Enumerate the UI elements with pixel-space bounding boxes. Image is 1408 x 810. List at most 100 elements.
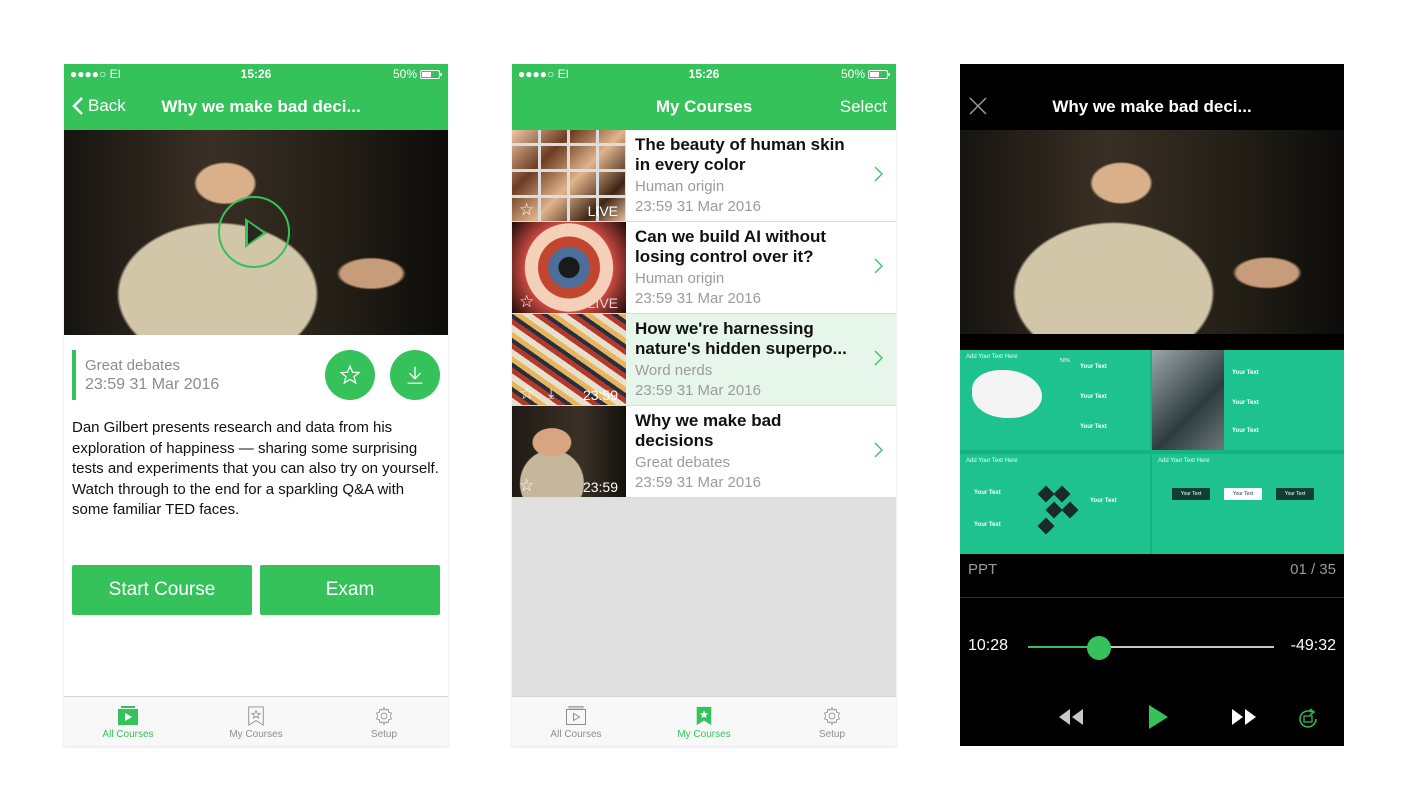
course-detail-screen: ●●●●○ EI 15:26 50% Back Why we make bad … [64,64,448,746]
player-title: Why we make bad deci... [1052,97,1252,116]
course-category: Great debates [85,357,181,374]
player-screen: Why we make bad deci... Add Your Text He… [960,64,1344,746]
select-button[interactable]: Select [840,97,887,117]
slide-text: Your Text [1080,364,1107,370]
hex-graphic [1037,517,1055,535]
course-description: Dan Gilbert presents research and data f… [72,419,439,518]
my-courses-screen: ●●●●○ EI 15:26 50% My Courses Select ☆ L… [512,64,896,746]
slide-text: Your Text [1232,428,1259,434]
play-box-icon [118,706,138,725]
tab-my-courses[interactable]: My Courses [640,697,768,746]
hex-graphic [1045,501,1063,519]
battery-percent: 50% [392,67,417,81]
course-date: 23:59 31 Mar 2016 [635,198,761,215]
battery-icon [420,69,442,79]
page-title: Why we make bad deci... [161,97,361,116]
nav-bar: My Courses Select [512,84,896,130]
course-category: Great debates [635,454,731,471]
slide-thumbnail: Add Your Text Here Your Text Your Text Y… [960,454,1150,554]
gear-icon [823,706,841,726]
tab-label: Setup [370,729,398,740]
phone-graphic [1152,350,1224,450]
tab-my-courses[interactable]: My Courses [192,697,320,746]
list-item[interactable]: ☆ 23:59 Why we make bad decisions Great … [512,406,896,498]
download-button[interactable] [390,350,440,400]
slide-pct: 50% [1060,358,1071,364]
thumbnail-badge: 23:59 [582,479,618,495]
elapsed-time: 10:28 [968,637,1009,654]
slide-text: Your Text [1232,370,1259,376]
course-category: Human origin [635,178,725,195]
hex-graphic [1053,485,1071,503]
course-category: Word nerds [635,362,713,379]
loop-icon[interactable] [1295,706,1321,732]
ppt-label: PPT [968,561,998,578]
status-time: 15:26 [240,67,272,81]
nav-bar: Back Why we make bad deci... [64,84,448,130]
slide-box: Your Text [1172,488,1210,500]
course-date: 23:59 31 Mar 2016 [635,474,761,491]
chevron-right-icon [874,442,883,458]
chevron-right-icon [874,166,883,182]
tab-setup[interactable]: Setup [768,697,896,746]
slide-heading: Add Your Text Here [966,354,1018,360]
course-thumbnail: ☆ ⤓ 23:59 [512,314,626,405]
seek-knob[interactable] [1087,636,1112,660]
rewind-icon[interactable] [1058,707,1084,727]
tab-bar: All Courses My Courses Setup [512,696,896,746]
battery-indicator: 50% [392,67,442,81]
course-title: Why we make bad decisions [635,411,782,450]
empty-area [512,498,896,696]
player-header: Why we make bad deci... [960,84,1344,130]
play-icon [245,218,267,248]
slide-thumbnail: Your Text Your Text Your Text [1152,350,1344,450]
slide-counter: 01 / 35 [1290,561,1336,578]
slide-thumbnail: Add Your Text Here Your Text Your Text Y… [1152,454,1344,554]
tab-all-courses[interactable]: All Courses [64,697,192,746]
course-title: How we're harnessing nature's hidden sup… [635,319,847,358]
star-icon[interactable]: ☆ [519,384,534,404]
play-button[interactable] [218,196,290,268]
tab-label: My Courses [229,729,283,740]
slide-box: Your Text [1224,488,1262,500]
favorite-button[interactable] [325,350,375,400]
slide-heading: Add Your Text Here [1158,458,1210,464]
status-bar: ●●●●○ EI 15:26 50% [512,64,896,84]
list-item[interactable]: ☆ ⤓ 23:59 How we're harnessing nature's … [512,314,896,406]
list-item[interactable]: ☆ LIVE The beauty of human skin in every… [512,130,896,222]
star-icon[interactable]: ☆ [519,476,534,496]
chevron-right-icon [874,258,883,274]
list-item[interactable]: ☆ LIVE Can we build AI without losing co… [512,222,896,314]
seek-track[interactable] [1028,646,1274,648]
tab-all-courses[interactable]: All Courses [512,697,640,746]
page-title: My Courses [655,97,753,116]
course-thumbnail: ☆ LIVE [512,130,626,221]
course-list: ☆ LIVE The beauty of human skin in every… [512,130,896,498]
course-date: 23:59 31 Mar 2016 [635,290,761,307]
star-icon[interactable]: ☆ [519,292,534,312]
exam-button[interactable]: Exam [260,565,440,615]
tab-label: Setup [818,729,846,740]
video-preview[interactable] [64,130,448,335]
slide-heading: Add Your Text Here [966,458,1018,464]
speaker-image [960,130,1344,334]
fast-forward-icon[interactable] [1231,707,1257,727]
tab-label: All Courses [550,729,602,740]
map-graphic [972,370,1042,418]
tab-setup[interactable]: Setup [320,697,448,746]
tab-label: All Courses [102,729,154,740]
star-icon [339,364,361,385]
tab-bar: All Courses My Courses Setup [64,696,448,746]
slide-text: Your Text [974,522,1001,528]
video-player[interactable] [960,130,1344,334]
slide-viewer[interactable]: Add Your Text Here 50% Your Text Your Te… [960,350,1344,554]
slide-text: Your Text [1090,498,1117,504]
slide-box: Your Text [1276,488,1314,500]
star-icon[interactable]: ☆ [519,200,534,220]
battery-percent: 50% [840,67,865,81]
slide-info-bar: PPT 01 / 35 [960,554,1344,598]
start-course-button[interactable]: Start Course [72,565,252,615]
slide-text: Your Text [1080,424,1107,430]
remaining-time: -49:32 [1290,637,1336,654]
play-icon[interactable] [1147,704,1169,730]
